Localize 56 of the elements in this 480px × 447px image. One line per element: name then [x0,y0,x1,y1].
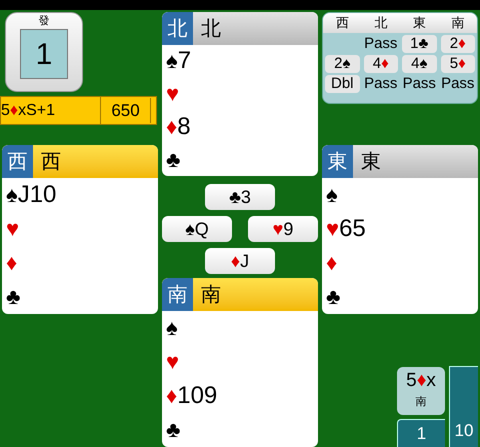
bid-call: Pass [363,75,398,93]
card-ranks: 7 [178,49,192,74]
suit-symbol: ♣ [166,419,180,441]
bid-chip: 5♦ [440,55,475,73]
played-card: ♠Q [162,216,232,242]
bid-chip: 4♦ [364,55,398,73]
tricks-lost: 10 [449,366,478,447]
bidding-column-header: 北 [373,14,388,32]
suit-symbol: ♦ [166,385,178,407]
suit-symbol: ♣ [166,148,180,171]
bid-call: Pass [440,75,476,93]
player-name: 南 [201,282,221,308]
bid-call: Pass [363,35,398,53]
suit-symbol: ♥ [326,218,340,240]
card-ranks: 8 [177,114,191,139]
seat-badge: 北 [162,12,193,45]
result-score: 650 [101,98,151,124]
player-name: 西 [41,150,61,174]
suit-symbol: ♠ [326,184,338,206]
card-ranks: J10 [18,183,56,207]
suit-symbol: ♦ [326,252,338,274]
declarer-label: 南 [416,395,426,410]
suit-symbol: ♣ [6,286,20,308]
contract-text: 5♦x [406,371,436,390]
suit-symbol: ♦ [166,116,178,138]
played-card: ♣3 [205,184,275,210]
bid-chip: 2♦ [440,35,475,53]
bid-chip: 4♠ [402,55,436,73]
bidding-column-header: 西 [334,14,350,32]
card-ranks: 109 [177,384,218,408]
suit-symbol: ♠ [6,184,18,206]
seat-badge: 南 [162,278,193,311]
bidding-column-header: 南 [450,14,466,32]
bidding-column-header: 東 [412,14,427,32]
card-ranks: 65 [339,217,366,241]
suit-symbol: ♠ [166,50,178,72]
board-number: 1 [20,29,68,79]
suit-symbol: ♠ [166,317,178,339]
suit-symbol: ♥ [166,351,180,373]
suit-symbol: ♣ [326,286,340,308]
player-name: 東 [361,150,381,174]
dealer-label: 發 [38,14,50,29]
seat-badge: 西 [2,145,33,178]
suit-symbol: ♥ [6,218,20,240]
result-contract: 5♦xS+1 [1,97,101,124]
suit-symbol: ♦ [6,252,18,274]
played-card: ♦J [205,248,275,274]
played-card: ♥9 [248,216,318,242]
bid-chip: 2♠ [325,55,360,73]
bid-chip: 1♣ [402,35,436,53]
bid-call: Pass [402,75,437,93]
seat-badge: 東 [322,145,353,178]
tricks-won: 1 [397,419,445,447]
suit-symbol: ♥ [166,83,180,106]
bid-chip: Dbl [325,75,360,93]
player-name: 北 [201,16,221,42]
